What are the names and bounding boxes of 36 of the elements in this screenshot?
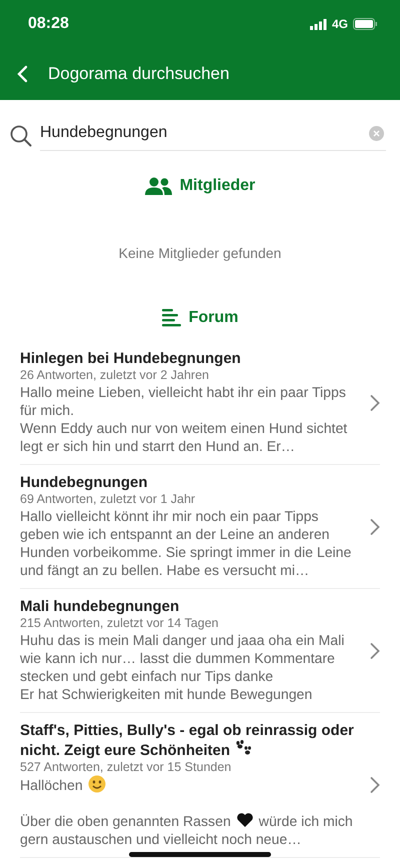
post-title: Hinlegen bei Hundebegnungen bbox=[20, 350, 242, 368]
post-excerpt: Über die oben genannten Rassen würde ich mich gern austauschen und vielleicht noch neue… bbox=[20, 812, 354, 848]
chevron-icon[interactable] bbox=[370, 394, 380, 412]
chevron-icon[interactable] bbox=[370, 642, 380, 660]
post-meta: 69 Antworten, zuletzt vor 1 Jahr bbox=[20, 492, 196, 507]
smiley-icon bbox=[88, 775, 106, 793]
post-meta: 26 Antworten, zuletzt vor 2 Jahren bbox=[20, 368, 210, 383]
post-title: Staff's, Pitties, Bully's - egal ob reinrassig oder nicht. Zeigt eure Schönheiten bbox=[20, 722, 355, 760]
chevron-icon[interactable] bbox=[370, 776, 380, 794]
post-excerpt: Hallo vielleicht könnt ihr mir noch ein paar Tipps geben wie ich entspannt an der Leine an anderen Hunden vorbeikomme. Sie springt immer in die Leine und fängt an zu bellen. Habe es versucht mi… bbox=[20, 507, 352, 579]
heart-icon bbox=[236, 812, 254, 828]
post-excerpt: Hallöchen bbox=[20, 775, 360, 794]
empty-message: Keine Mitglieder gefunden bbox=[118, 245, 282, 261]
forum-heading: Forum bbox=[188, 309, 238, 327]
paw-icon bbox=[234, 740, 252, 756]
header-title: Dogorama durchsuchen bbox=[48, 64, 230, 84]
search-field[interactable]: Hundebegnungen bbox=[40, 120, 386, 151]
post-excerpt: Wenn Eddy auch nur von weitem einen Hund sichtet legt er sich hin und starrt den Hund an. Er… bbox=[20, 419, 348, 455]
post-title: Hundebegnungen bbox=[20, 474, 148, 492]
post-excerpt: Hallo meine Lieben, vielleicht habt ihr ein paar Tipps für mich. bbox=[20, 383, 347, 419]
post-meta: 215 Antworten, zuletzt vor 14 Tagen bbox=[20, 616, 220, 631]
list-icon bbox=[162, 309, 181, 327]
post-excerpt: Er hat Schwierigkeiten mit hunde Bewegungen bbox=[20, 685, 314, 703]
post-excerpt: Huhu das is mein Mali danger und jaaa oha ein Mali wie kann ich nur… lasst die dummen Kommentare stecken und gebt einfach nur Tips danke bbox=[20, 631, 346, 685]
members-heading: Mitglieder bbox=[180, 177, 256, 195]
back-button[interactable] bbox=[16, 65, 28, 83]
search-icon bbox=[10, 124, 32, 146]
chevron-icon[interactable] bbox=[370, 518, 380, 536]
people-icon bbox=[144, 177, 172, 195]
post-meta: 527 Antworten, zuletzt vor 15 Stunden bbox=[20, 760, 232, 775]
post-title: Mali hundebegnungen bbox=[20, 598, 180, 616]
signal-icon bbox=[310, 18, 327, 30]
status-time: 08:28 bbox=[28, 15, 69, 33]
network-label: 4G bbox=[332, 17, 348, 31]
battery-icon bbox=[353, 18, 378, 30]
close-icon bbox=[373, 130, 380, 137]
